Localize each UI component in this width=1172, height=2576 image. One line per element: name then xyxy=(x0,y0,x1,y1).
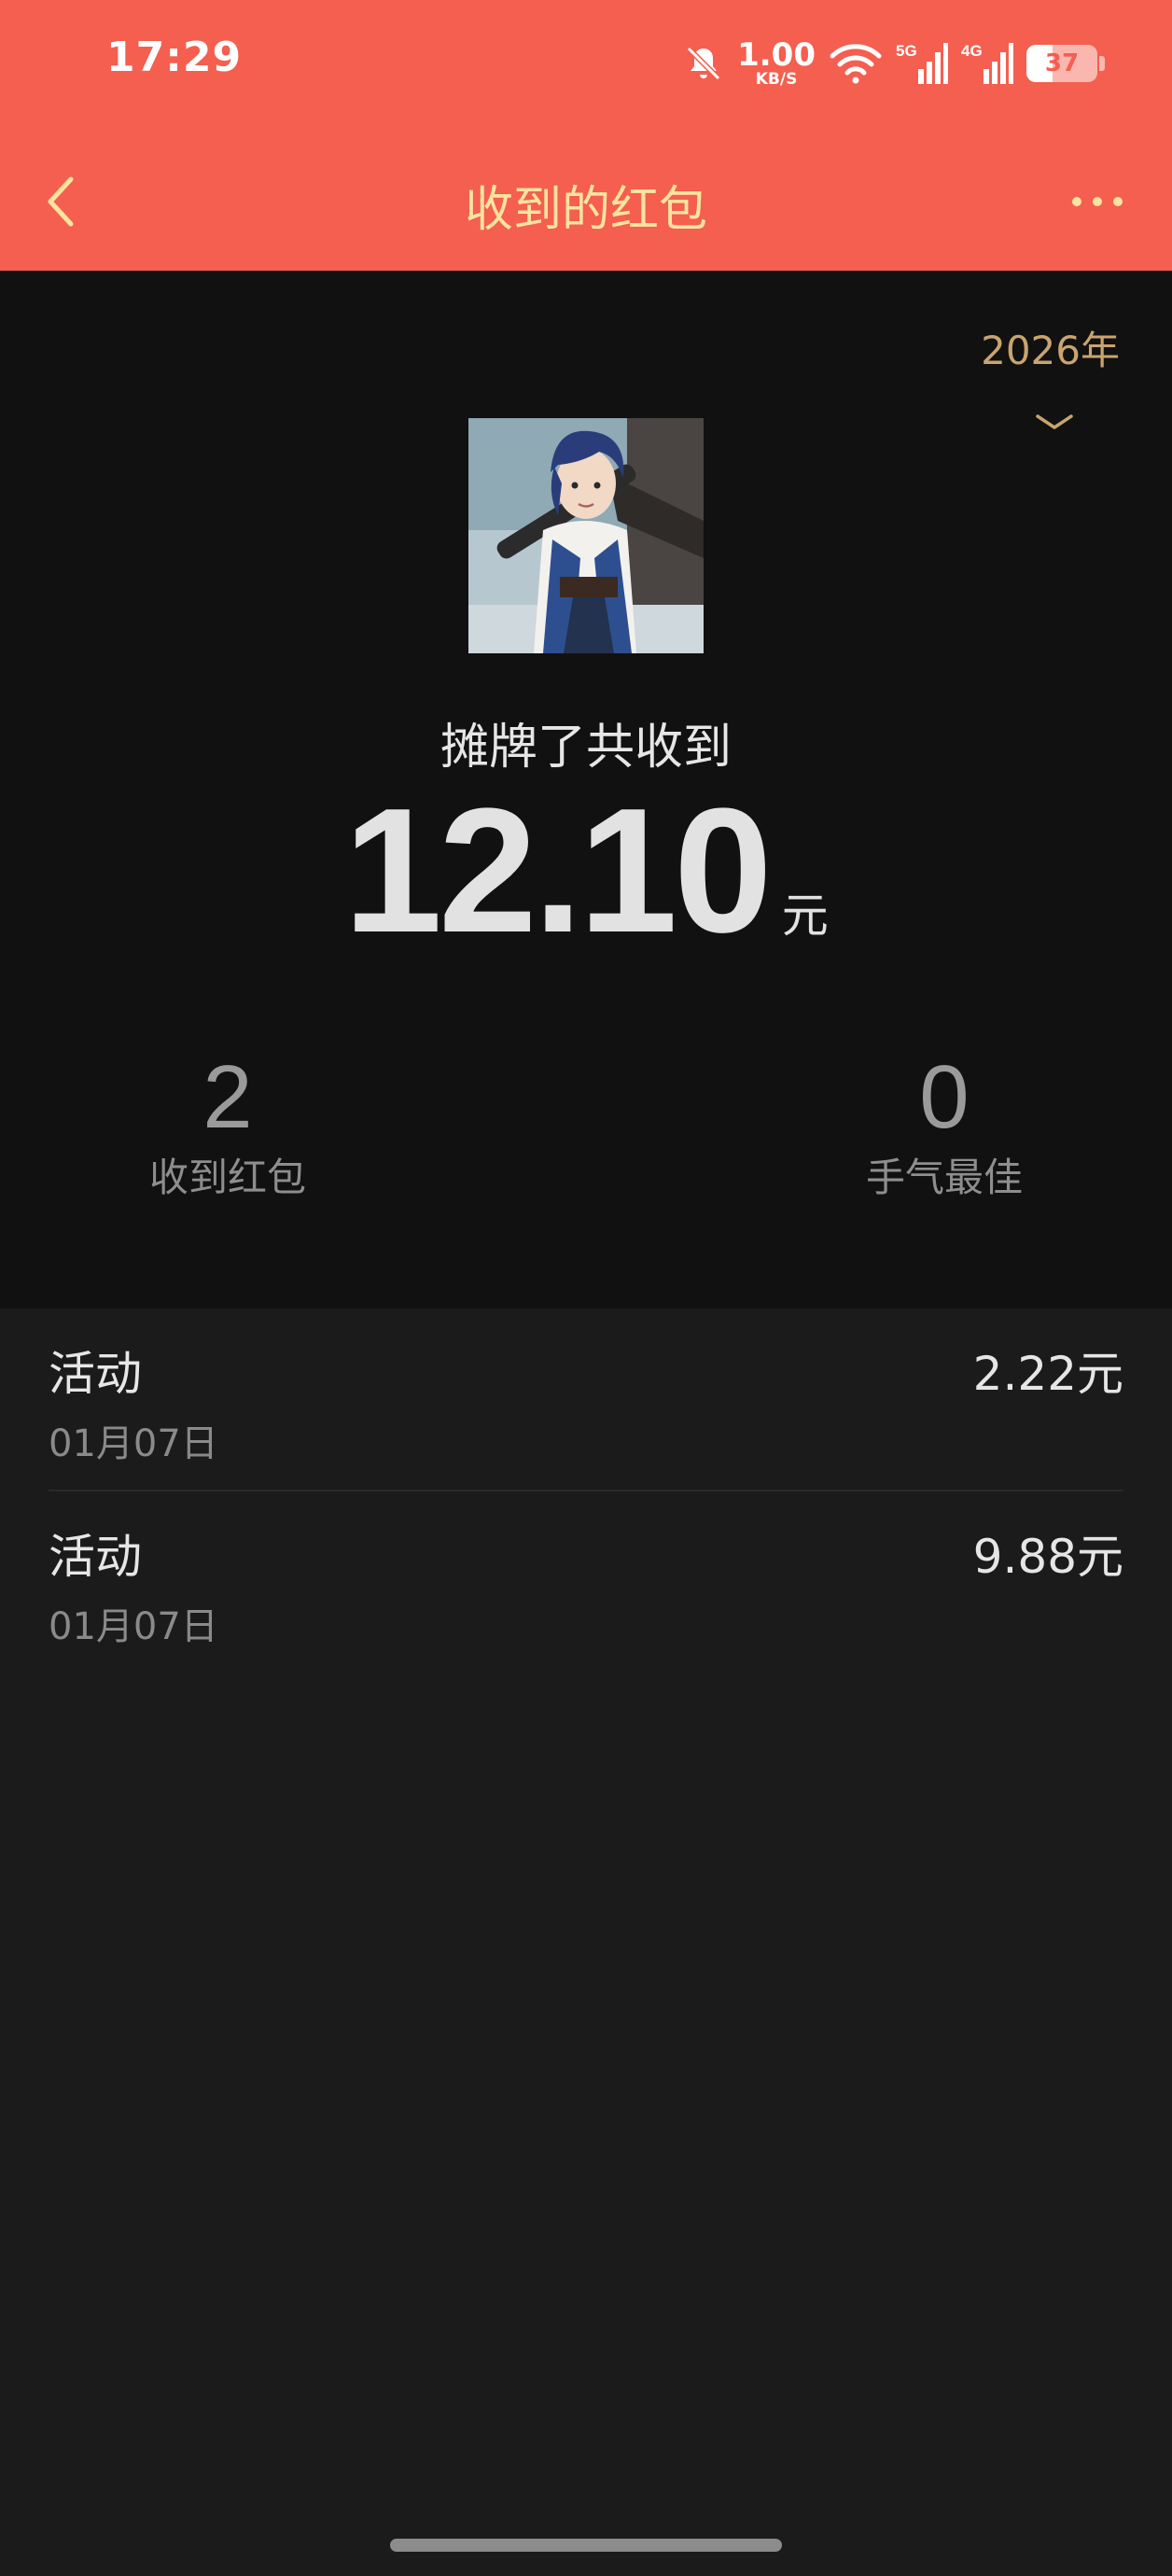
network-speed: 1.00 KB/S xyxy=(737,39,816,88)
stat-value: 2 xyxy=(202,1047,253,1147)
wifi-icon xyxy=(830,44,882,84)
page-title: 收到的红包 xyxy=(464,182,707,238)
record-date: 01月07日 xyxy=(49,1422,218,1465)
year-selector[interactable]: 2026年 xyxy=(981,319,1120,376)
total-amount-value: 12.10 xyxy=(343,772,772,970)
signal-4g-icon: 4G xyxy=(961,42,1013,84)
list-item[interactable]: 活动 01月07日 2.22元 xyxy=(49,1309,1123,1491)
battery-icon: 37 xyxy=(1026,45,1105,82)
more-dots-icon xyxy=(1072,197,1081,206)
status-icons: 1.00 KB/S 5G 4G 37 xyxy=(683,37,1105,90)
signal-4g-label: 4G xyxy=(961,42,983,60)
stat-label: 手气最佳 xyxy=(865,1155,1023,1200)
record-amount: 9.88元 xyxy=(972,1530,1123,1584)
avatar-illustration xyxy=(468,418,704,653)
signal-5g-icon: 5G xyxy=(896,42,948,84)
top-bar: 17:29 1.00 KB/S 5G 4G 37 收到的红包 xyxy=(0,0,1172,271)
list-item[interactable]: 活动 01月07日 9.88元 xyxy=(49,1491,1123,1674)
total-amount-unit: 元 xyxy=(781,889,829,943)
stat-best-luck: 0 手气最佳 xyxy=(795,1053,1094,1203)
record-name: 活动 xyxy=(49,1347,142,1401)
sender-line: 摊牌了共收到 xyxy=(440,720,732,776)
network-speed-value: 1.00 xyxy=(737,36,816,74)
mute-icon xyxy=(686,46,721,81)
record-list: 活动 01月07日 2.22元 活动 01月07日 9.88元 xyxy=(0,1309,1172,1674)
avatar xyxy=(468,418,704,653)
record-name: 活动 xyxy=(49,1530,142,1584)
signal-5g-label: 5G xyxy=(896,42,917,60)
summary-panel: 2026年 摊牌了共收到 12.10 元 2 收到红包 0 手气最佳 xyxy=(0,271,1172,1309)
home-indicator[interactable] xyxy=(390,2539,782,2552)
network-speed-unit: KB/S xyxy=(755,70,798,89)
stat-received-count: 2 收到红包 xyxy=(78,1053,377,1203)
stat-label: 收到红包 xyxy=(148,1155,306,1200)
chevron-down-icon[interactable] xyxy=(1034,411,1075,433)
total-amount: 12.10 元 xyxy=(0,782,1172,959)
record-amount: 2.22元 xyxy=(972,1347,1123,1401)
more-button[interactable] xyxy=(1051,174,1144,230)
record-date: 01月07日 xyxy=(49,1605,218,1648)
stat-value: 0 xyxy=(919,1047,970,1147)
status-time: 17:29 xyxy=(106,34,243,81)
battery-level: 37 xyxy=(1044,49,1080,77)
